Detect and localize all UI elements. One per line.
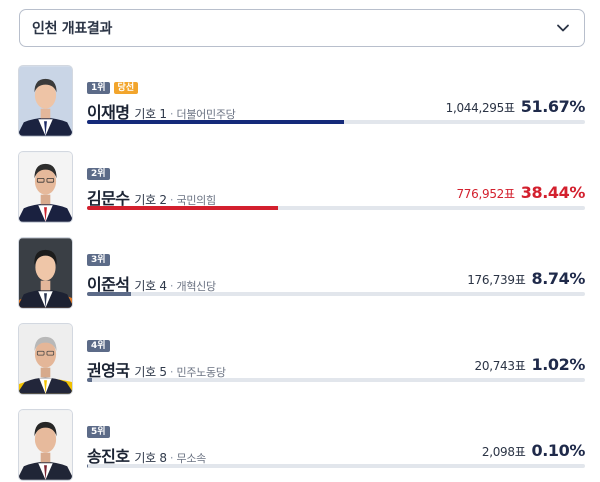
- candidate-photo: [18, 409, 73, 481]
- vote-share-bar: [87, 292, 585, 296]
- candidate-row-1: 1위 당선 이재명 기호 1 · 더불어민주당 1,044,295표 51.67…: [18, 65, 585, 139]
- vote-share-bar: [87, 120, 585, 124]
- rank-badge: 4위: [87, 340, 110, 352]
- region-select-dropdown[interactable]: 인천 개표결과: [19, 9, 585, 47]
- rank-badge: 2위: [87, 168, 110, 180]
- vote-count: 776,952표: [456, 187, 515, 201]
- separator-dot: ·: [169, 279, 174, 293]
- vote-share-fill: [87, 378, 93, 382]
- separator-dot: ·: [169, 365, 174, 379]
- candidate-row-4: 4위 권영국 기호 5 · 민주노동당 20,743표 1.02%: [18, 323, 585, 397]
- vote-share-fill: [87, 206, 279, 210]
- vote-percent: 51.67%: [520, 97, 586, 116]
- vote-percent: 38.44%: [520, 183, 586, 202]
- vote-share-bar: [87, 464, 585, 468]
- separator-dot: ·: [169, 193, 174, 207]
- vote-share-bar: [87, 206, 585, 210]
- candidate-row-2: 2위 김문수 기호 2 · 국민의힘 776,952표 38.44%: [18, 151, 585, 225]
- rank-badge: 3위: [87, 254, 110, 266]
- candidate-row-5: 5위 송진호 기호 8 · 무소속 2,098표 0.10%: [18, 409, 585, 482]
- vote-share-fill: [87, 120, 345, 124]
- separator-dot: ·: [169, 451, 174, 465]
- vote-count: 20,743표: [474, 359, 526, 373]
- candidate-photo: [18, 237, 73, 309]
- vote-percent: 8.74%: [531, 269, 585, 288]
- candidate-photo: [18, 323, 73, 395]
- rank-badge: 1위: [87, 82, 110, 94]
- vote-share-fill: [87, 292, 131, 296]
- candidate-row-3: 3위 이준석 기호 4 · 개혁신당 176,739표 8.74%: [18, 237, 585, 311]
- chevron-down-icon: [556, 21, 570, 35]
- vote-percent: 0.10%: [531, 441, 585, 460]
- vote-count: 1,044,295표: [445, 101, 515, 115]
- candidate-photo: [18, 65, 73, 137]
- separator-dot: ·: [169, 107, 174, 121]
- vote-percent: 1.02%: [531, 355, 585, 374]
- vote-count: 2,098표: [481, 445, 526, 459]
- candidate-photo: [18, 151, 73, 223]
- vote-count: 176,739표: [467, 273, 526, 287]
- vote-share-bar: [87, 378, 585, 382]
- rank-badge: 5위: [87, 426, 110, 438]
- region-select-label: 인천 개표결과: [32, 21, 113, 37]
- winner-badge: 당선: [113, 82, 139, 94]
